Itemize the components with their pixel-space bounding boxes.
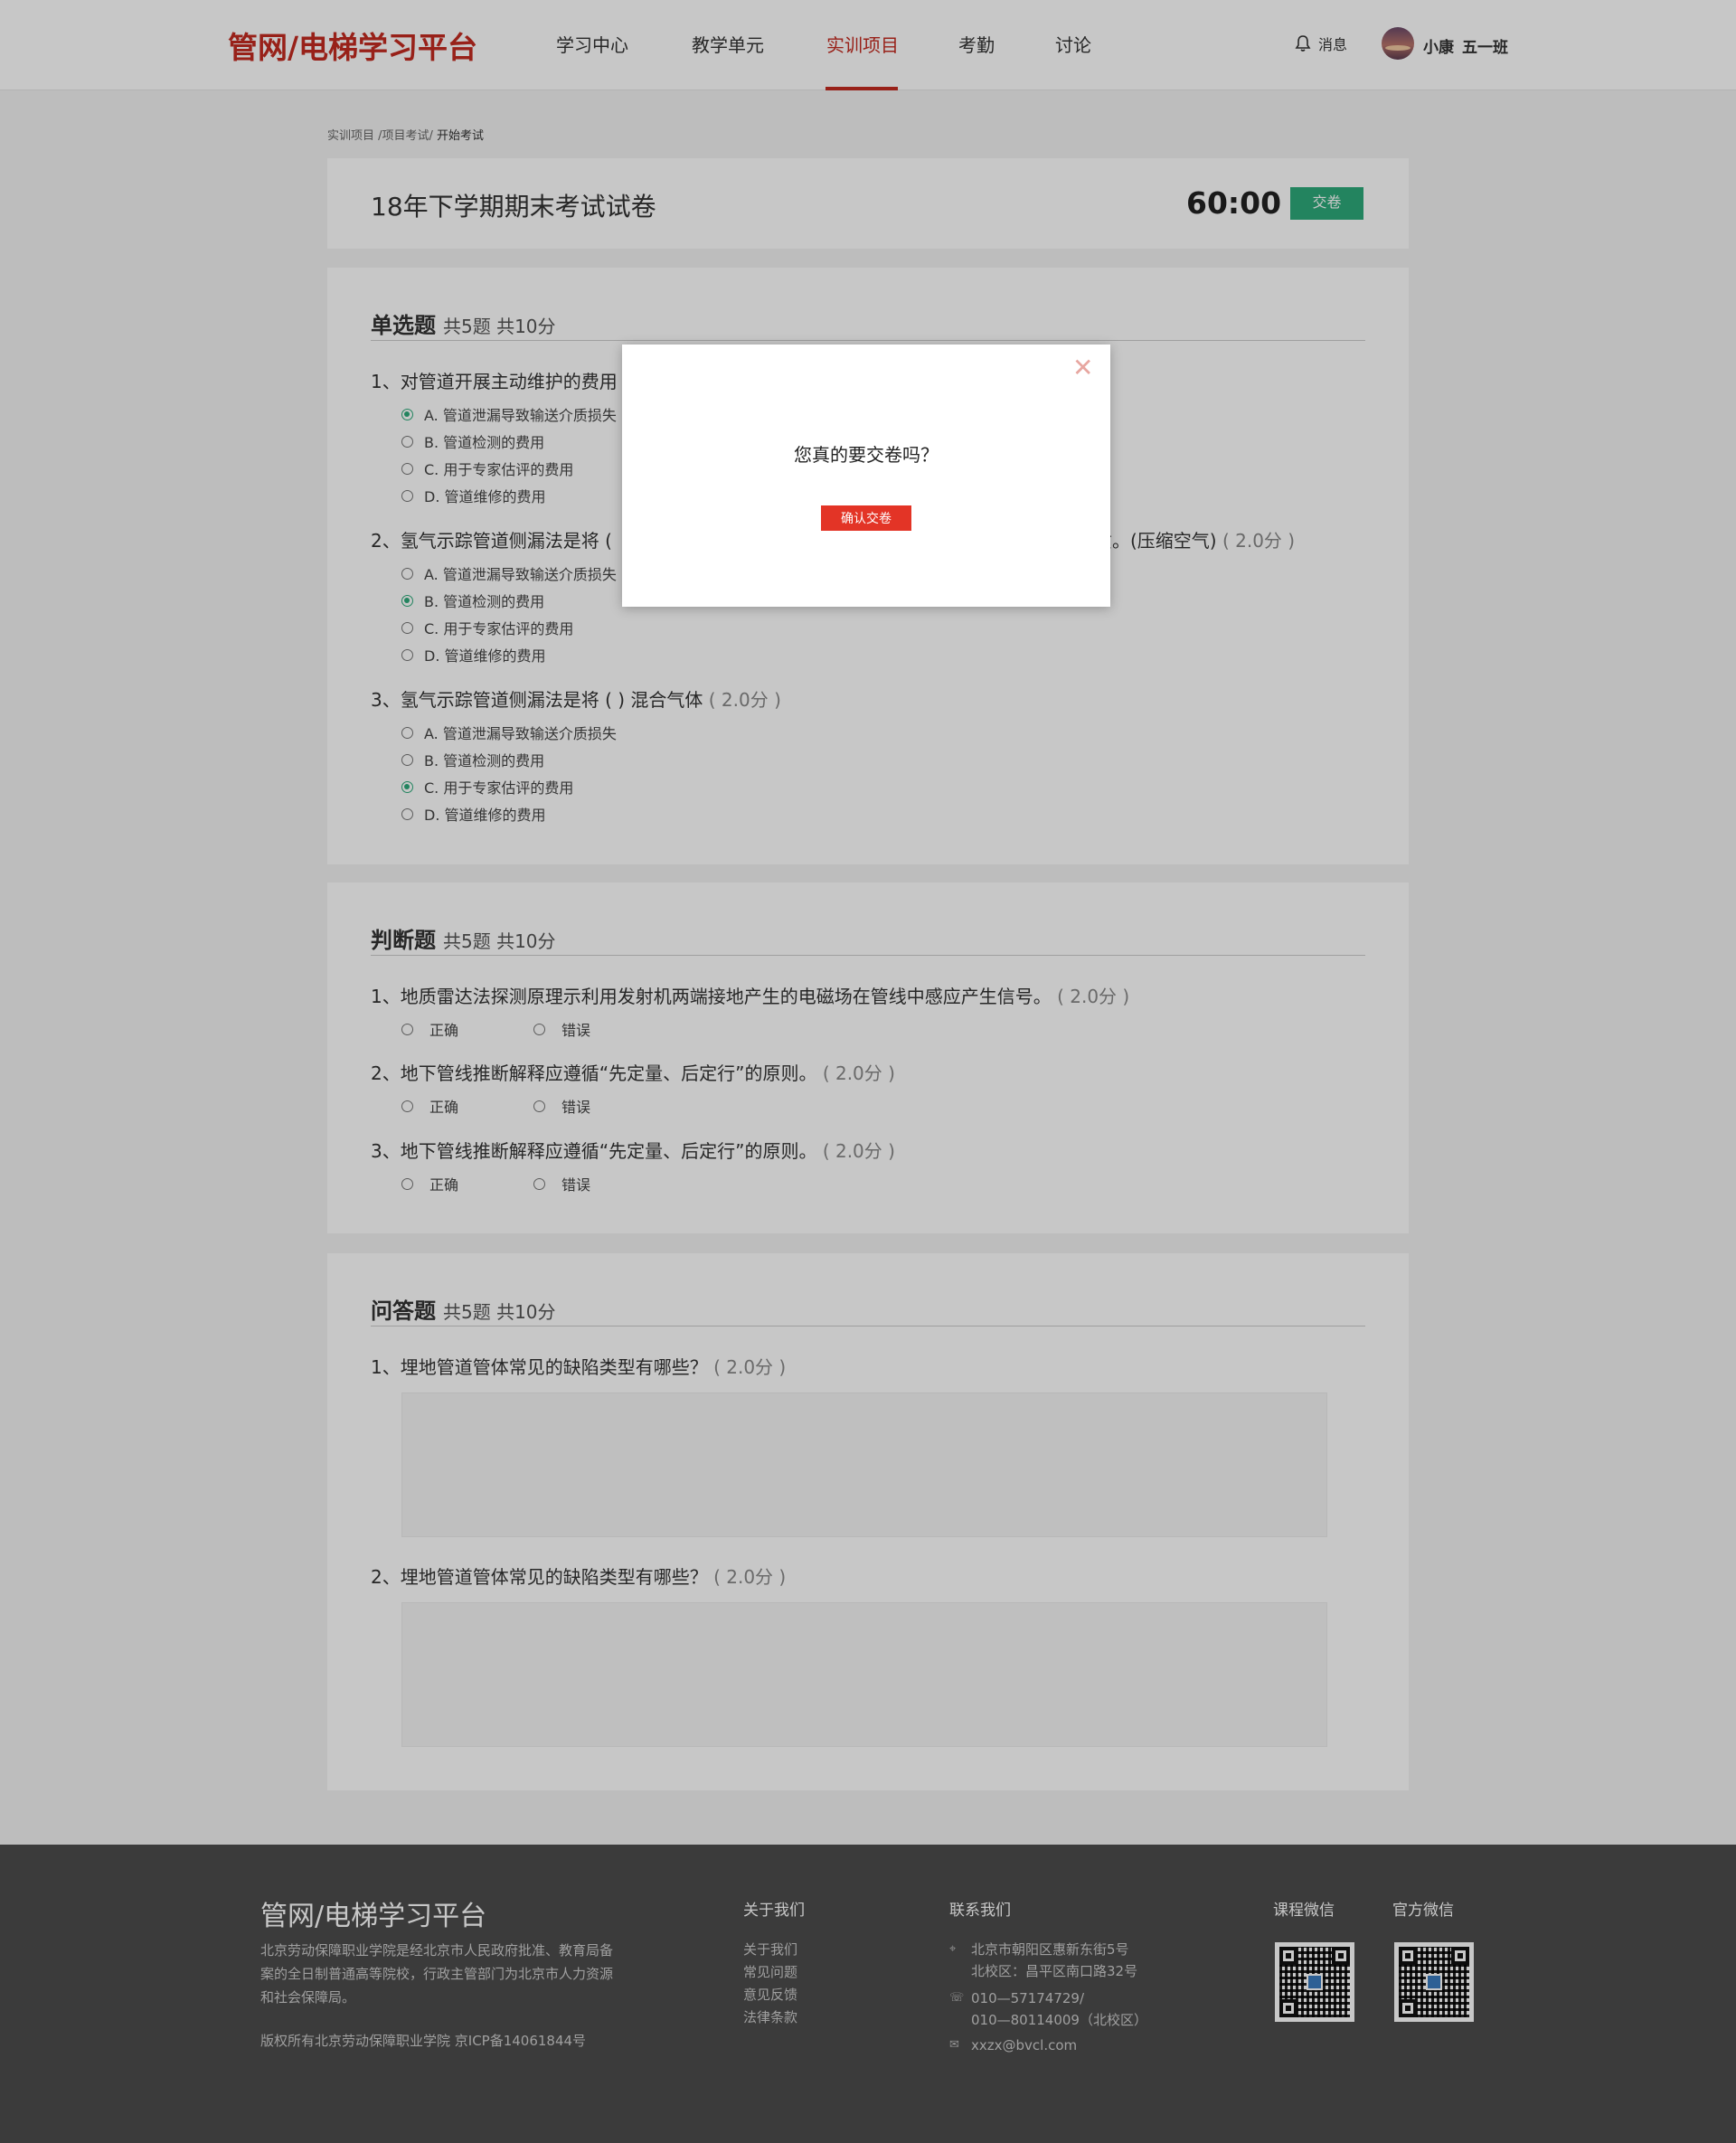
confirm-submit-dialog: ✕ 您真的要交卷吗？ 确认交卷 [622, 345, 1110, 607]
modal-overlay[interactable] [0, 0, 1736, 2143]
dialog-message: 您真的要交卷吗？ [794, 444, 939, 466]
confirm-submit-button[interactable]: 确认交卷 [821, 505, 911, 531]
close-icon[interactable]: ✕ [1072, 355, 1093, 381]
